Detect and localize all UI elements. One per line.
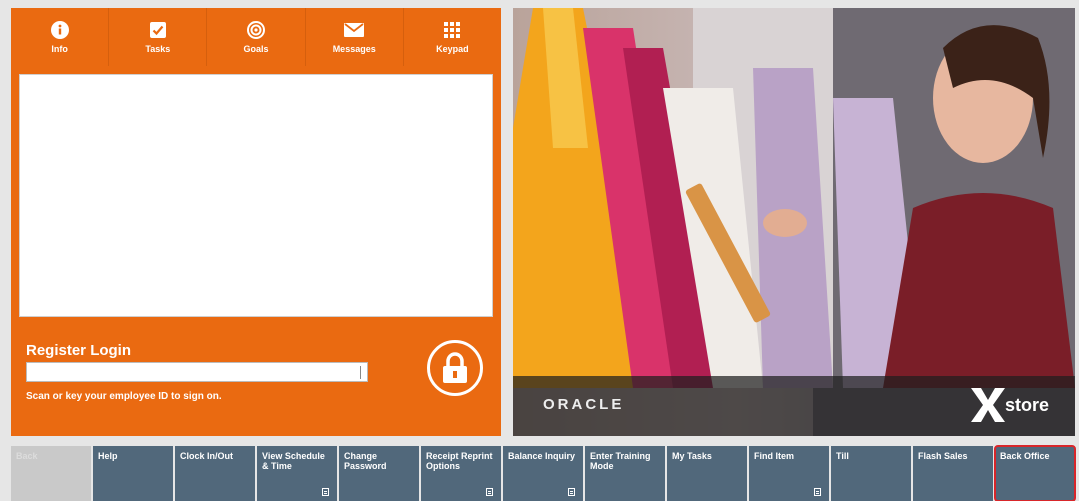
info-content-area <box>19 74 493 317</box>
tab-keypad-label: Keypad <box>436 44 469 54</box>
target-icon <box>246 20 266 40</box>
tab-tasks[interactable]: Tasks <box>109 8 208 66</box>
left-panel: Info Tasks Goals Messages Keypad Registe… <box>11 8 501 436</box>
oracle-logo: ORACLE <box>543 396 625 413</box>
submenu-icon <box>568 488 575 496</box>
find-item-button[interactable]: Find Item <box>749 446 829 501</box>
submenu-icon <box>322 488 329 496</box>
function-button-bar: Back Help Clock In/Out View Schedule & T… <box>11 445 1079 501</box>
text-caret <box>360 366 361 379</box>
balance-inquiry-button[interactable]: Balance Inquiry <box>503 446 583 501</box>
xstore-wordmark: store <box>1004 394 1049 415</box>
keypad-icon <box>442 20 462 40</box>
back-office-button[interactable]: Back Office <box>994 445 1076 501</box>
receipt-reprint-label: Receipt Reprint Options <box>426 451 493 471</box>
clock-in-out-button[interactable]: Clock In/Out <box>175 446 255 501</box>
till-label: Till <box>836 451 849 461</box>
tab-goals-label: Goals <box>243 44 269 54</box>
lock-icon <box>427 340 483 396</box>
my-tasks-button[interactable]: My Tasks <box>667 446 747 501</box>
tab-tasks-label: Tasks <box>145 44 171 54</box>
help-button-label: Help <box>98 451 118 461</box>
flash-sales-label: Flash Sales <box>918 451 968 461</box>
balance-inquiry-label: Balance Inquiry <box>508 451 576 461</box>
tab-info[interactable]: Info <box>11 8 110 75</box>
employee-id-input[interactable] <box>26 362 368 382</box>
back-button-label: Back <box>16 451 38 461</box>
login-title: Register Login <box>26 342 132 359</box>
tab-info-label: Info <box>51 44 68 54</box>
envelope-icon <box>344 20 365 40</box>
promo-photo-illustration <box>513 8 1075 436</box>
view-schedule-button[interactable]: View Schedule & Time <box>257 446 337 501</box>
tab-bar: Info Tasks Goals Messages Keypad <box>11 8 501 75</box>
flash-sales-button[interactable]: Flash Sales <box>913 446 993 501</box>
checkbox-icon <box>148 20 168 40</box>
my-tasks-label: My Tasks <box>672 451 712 461</box>
tab-keypad[interactable]: Keypad <box>404 8 501 66</box>
promo-image: ORACLE store <box>513 8 1075 436</box>
submenu-icon <box>486 488 493 496</box>
help-button[interactable]: Help <box>93 446 173 501</box>
clock-in-out-label: Clock In/Out <box>180 451 234 461</box>
change-password-button[interactable]: Change Password <box>339 446 419 501</box>
back-button[interactable]: Back <box>11 446 91 501</box>
receipt-reprint-button[interactable]: Receipt Reprint Options <box>421 446 501 501</box>
tab-messages[interactable]: Messages <box>306 8 404 66</box>
xstore-logo: store <box>970 388 1049 422</box>
info-icon <box>50 20 70 40</box>
till-button[interactable]: Till <box>831 446 911 501</box>
view-schedule-label: View Schedule & Time <box>262 451 325 471</box>
back-office-label: Back Office <box>1000 451 1050 461</box>
xstore-login-screen: Info Tasks Goals Messages Keypad Registe… <box>0 0 1079 501</box>
find-item-label: Find Item <box>754 451 794 461</box>
change-password-label: Change Password <box>344 451 387 471</box>
tab-messages-label: Messages <box>332 44 376 54</box>
training-mode-button[interactable]: Enter Training Mode <box>585 446 665 501</box>
x-mark-icon <box>970 388 1005 422</box>
login-hint: Scan or key your employee ID to sign on. <box>26 391 222 402</box>
training-mode-label: Enter Training Mode <box>590 451 651 471</box>
submenu-icon <box>814 488 821 496</box>
tab-goals[interactable]: Goals <box>207 8 306 66</box>
